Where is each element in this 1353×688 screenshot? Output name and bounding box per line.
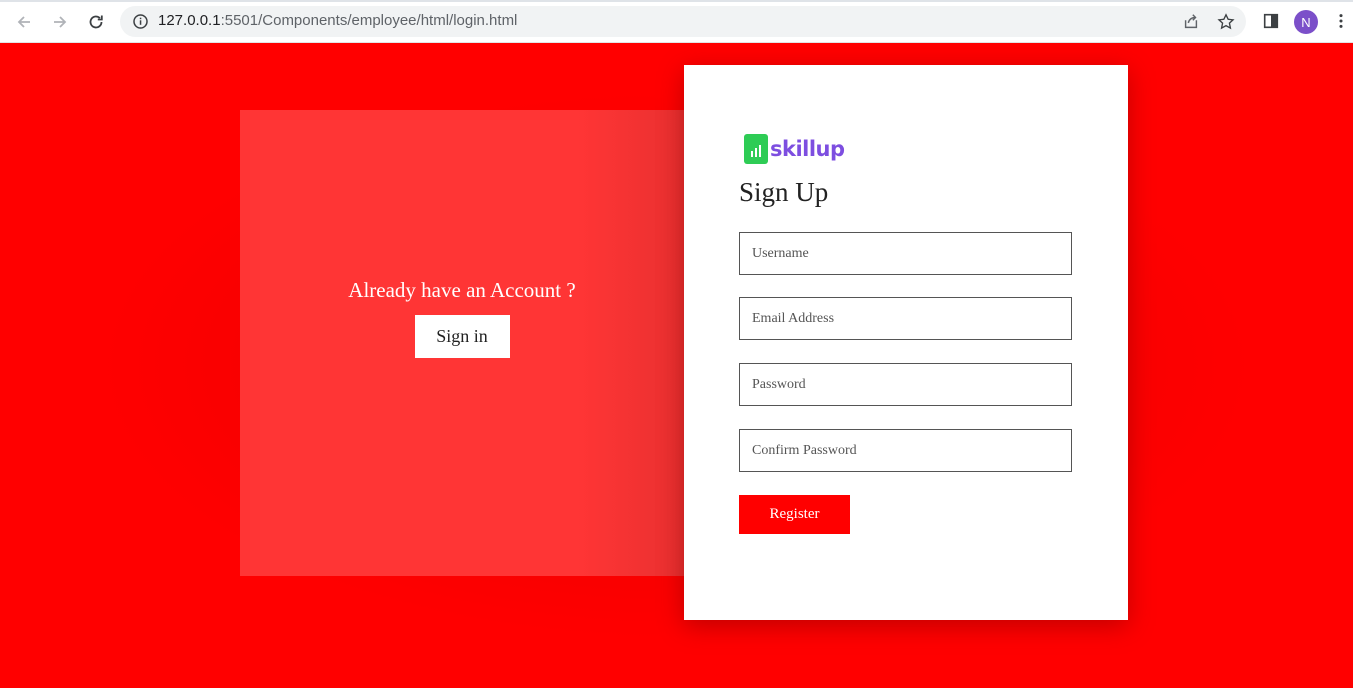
star-icon[interactable]: [1216, 12, 1236, 32]
skillup-logo: skillup: [744, 134, 845, 164]
url-host: 127.0.0.1: [158, 12, 221, 29]
address-bar[interactable]: 127.0.0.1:5501/Components/employee/html/…: [120, 6, 1246, 37]
register-button[interactable]: Register: [739, 495, 850, 534]
email-field[interactable]: [739, 297, 1072, 340]
page-background: Already have an Account ? Sign in skillu…: [0, 43, 1353, 688]
info-icon[interactable]: [132, 13, 149, 30]
confirm-password-field[interactable]: [739, 429, 1072, 472]
logo-text: skillup: [770, 137, 845, 161]
page-title: Sign Up: [739, 177, 829, 207]
signin-panel-content: Already have an Account ? Sign in: [240, 110, 684, 576]
url-text[interactable]: 127.0.0.1:5501/Components/employee/html/…: [158, 12, 517, 29]
signin-panel: Already have an Account ? Sign in: [240, 110, 690, 576]
share-icon[interactable]: [1181, 12, 1201, 32]
url-path: :5501/Components/employee/html/login.htm…: [220, 12, 518, 29]
already-have-account-text: Already have an Account ?: [348, 278, 576, 302]
sign-in-button[interactable]: Sign in: [414, 315, 510, 358]
avatar[interactable]: N: [1294, 10, 1318, 34]
side-panel-icon[interactable]: [1261, 11, 1281, 31]
password-field[interactable]: [739, 363, 1072, 406]
tab-strip: [0, 0, 1353, 2]
reload-icon[interactable]: [83, 9, 109, 35]
kebab-menu-icon[interactable]: [1331, 11, 1351, 31]
back-arrow-icon[interactable]: [11, 9, 37, 35]
logo-bars-icon: [744, 134, 768, 164]
signup-card: skillup Sign Up Register: [684, 65, 1128, 620]
username-field[interactable]: [739, 232, 1072, 275]
browser-toolbar: 127.0.0.1:5501/Components/employee/html/…: [0, 0, 1353, 43]
forward-arrow-icon[interactable]: [47, 9, 73, 35]
